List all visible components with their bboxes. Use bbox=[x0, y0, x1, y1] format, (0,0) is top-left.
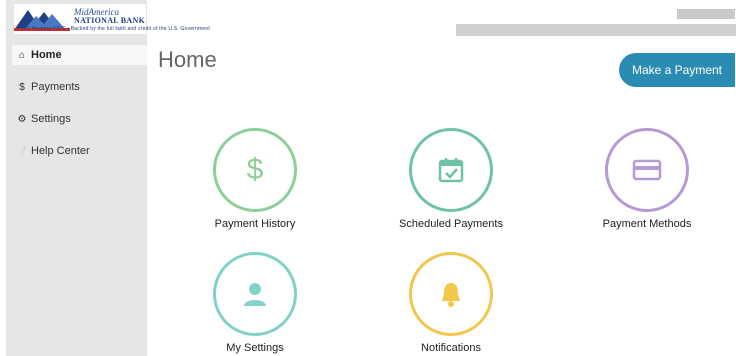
brand-name-line2: NATIONAL BANK bbox=[74, 16, 146, 25]
account-placeholder bbox=[677, 9, 735, 19]
tile-circle bbox=[213, 252, 297, 336]
tile-circle bbox=[605, 128, 689, 212]
header-placeholder bbox=[456, 24, 736, 36]
tile-label: Notifications bbox=[421, 342, 481, 354]
make-payment-button[interactable]: Make a Payment bbox=[619, 53, 735, 87]
tile-label: Payment History bbox=[214, 218, 296, 230]
sidebar-item-label: Settings bbox=[31, 113, 71, 125]
calendar-icon bbox=[438, 158, 464, 183]
sidebar-item-settings[interactable]: ⚙ Settings bbox=[12, 109, 147, 129]
user-icon bbox=[244, 283, 266, 306]
tile-label: Payment Methods bbox=[602, 218, 692, 230]
tile-circle bbox=[409, 252, 493, 336]
tile-label: Scheduled Payments bbox=[399, 218, 503, 230]
sidebar-item-help-center[interactable]: ❔ Help Center bbox=[12, 141, 147, 161]
page-title: Home bbox=[158, 47, 217, 72]
credit-card-icon bbox=[632, 159, 662, 181]
sidebar-item-home[interactable]: ⌂ Home bbox=[12, 45, 147, 65]
sidebar-item-label: Payments bbox=[31, 81, 80, 93]
tile-notifications[interactable]: Notifications bbox=[381, 252, 521, 354]
tile-label: My Settings bbox=[226, 342, 284, 354]
dollar-icon: $ bbox=[19, 81, 25, 93]
home-icon: ⌂ bbox=[18, 49, 26, 61]
bank-logo[interactable]: MidAmerica NATIONAL BANK FDIC Member FDI… bbox=[14, 4, 210, 34]
sidebar-item-payments[interactable]: $ Payments bbox=[12, 77, 147, 97]
bell-icon bbox=[442, 283, 460, 307]
dollar-icon: $ bbox=[246, 153, 264, 186]
gear-icon: ⚙ bbox=[17, 113, 27, 125]
sidebar: MidAmerica NATIONAL BANK FDIC Member FDI… bbox=[6, 0, 210, 356]
tile-my-settings[interactable]: My Settings bbox=[185, 252, 325, 354]
sidebar-item-label: Help Center bbox=[31, 145, 90, 157]
fdic-notice: FDIC Member FDIC • Backed by the full fa… bbox=[18, 26, 210, 32]
tile-payment-history[interactable]: $ Payment History bbox=[185, 128, 325, 230]
help-icon: ❔ bbox=[16, 145, 29, 157]
sidebar-item-label: Home bbox=[31, 49, 62, 61]
tile-scheduled-payments[interactable]: Scheduled Payments bbox=[381, 128, 521, 230]
tile-payment-methods[interactable]: Payment Methods bbox=[577, 128, 717, 230]
tile-circle: $ bbox=[213, 128, 297, 212]
tile-circle bbox=[409, 128, 493, 212]
